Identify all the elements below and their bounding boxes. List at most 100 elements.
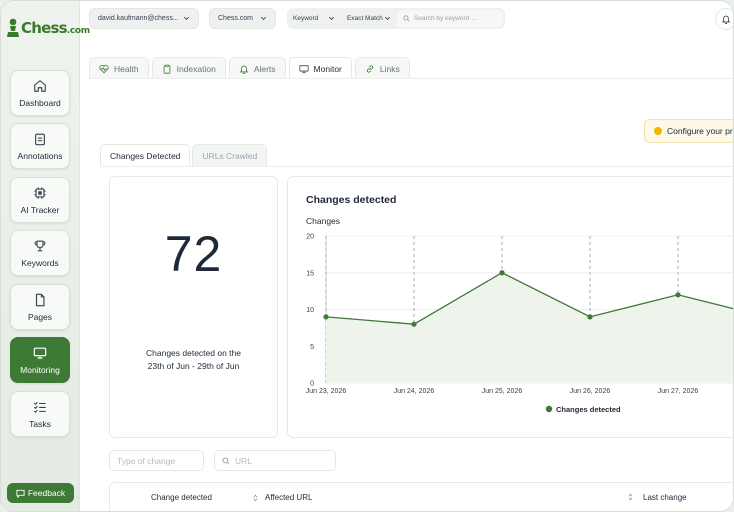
subtabs-divider	[100, 166, 733, 167]
search-placeholder: Search by keyword ...	[414, 15, 477, 22]
kpi-caption-line1: Changes detected on the	[146, 348, 241, 358]
keyword-type-value: Keyword	[293, 15, 319, 22]
changes-table-header: Change detected Affected URL Last change	[109, 482, 733, 511]
link-icon	[366, 64, 374, 73]
bell-icon	[721, 15, 731, 24]
chevron-down-icon	[184, 16, 189, 20]
keyword-type-select[interactable]: Keyword	[287, 8, 341, 29]
tab-label: Links	[379, 63, 400, 74]
match-type-select[interactable]: Exact Match	[341, 8, 397, 29]
series-area	[326, 272, 733, 383]
sub-tabs: Changes Detected URLs Crawled	[100, 144, 268, 167]
tab-indexation[interactable]: Indexation	[151, 57, 226, 79]
column-label: Affected URL	[265, 493, 313, 502]
sidebar-item-keywords[interactable]: Keywords	[10, 230, 70, 276]
type-of-change-select[interactable]: Type of change	[109, 450, 204, 471]
tab-changes-detected[interactable]: Changes Detected	[100, 144, 191, 167]
chevron-down-icon	[329, 16, 334, 20]
sidebar-item-label: Monitoring	[20, 364, 60, 375]
type-placeholder: Type of change	[117, 455, 176, 466]
sidebar-item-label: Annotations	[17, 150, 63, 161]
warning-dot-icon	[654, 127, 662, 135]
column-last-change[interactable]: Last change	[643, 493, 687, 502]
x-tick-label: Jun 27, 2026	[658, 388, 699, 395]
tabs-divider	[89, 78, 733, 79]
kpi-caption: Changes detected on the 23th of Jun - 29…	[110, 347, 277, 373]
tab-label: Indexation	[176, 63, 216, 74]
keyword-search-input[interactable]: Search by keyword ...	[397, 10, 503, 27]
main-tabs: Health Indexation Alerts Monitor Links	[89, 57, 410, 79]
column-label: Change detected	[151, 493, 212, 502]
sidebar-item-pages[interactable]: Pages	[10, 284, 70, 330]
legend-marker	[545, 405, 553, 413]
tab-label: Health	[114, 63, 139, 74]
ai-chip-icon	[34, 186, 46, 199]
clipboard-icon	[163, 64, 170, 74]
chart-card: Changes detected Changes 0 5 10 15 20 Jun 23,…	[287, 176, 733, 438]
sidebar-item-label: AI Tracker	[20, 204, 60, 215]
url-placeholder: URL	[235, 455, 253, 466]
data-point	[411, 321, 417, 327]
chevron-down-icon	[385, 16, 390, 20]
y-tick-label: 0	[310, 381, 314, 388]
page-icon	[35, 293, 45, 306]
subtab-label: URLs Crawled	[202, 151, 258, 161]
column-change-detected[interactable]: Change detected	[151, 493, 258, 502]
chess-logo[interactable]: Chess.com	[6, 17, 90, 39]
search-icon	[403, 15, 410, 22]
account-selector[interactable]: david.kaufmann@chess...	[89, 8, 199, 29]
line-chart: 0 5 10 15 20 Jun 23, 2026 Jun 24, 2026 Jun 25, …	[306, 234, 733, 414]
configure-banner[interactable]: Configure your pr	[644, 119, 733, 143]
tab-label: Alerts	[253, 63, 276, 74]
sidebar-item-monitoring[interactable]: Monitoring	[10, 337, 70, 383]
logo-text: Chess	[21, 19, 68, 37]
y-tick-label: 10	[306, 307, 314, 314]
url-filter-input[interactable]: URL	[214, 450, 336, 471]
data-point	[323, 314, 329, 320]
sidebar-item-dashboard[interactable]: Dashboard	[10, 70, 70, 116]
x-tick-label: Jun 26, 2026	[570, 388, 611, 395]
sidebar-item-tasks[interactable]: Tasks	[10, 391, 70, 437]
sidebar-item-ai-tracker[interactable]: AI Tracker	[10, 177, 70, 223]
configure-text: Configure your pr	[667, 126, 733, 136]
sidebar-item-label: Keywords	[21, 257, 59, 268]
legend-label: Changes detected	[556, 405, 621, 414]
sidebar-item-label: Tasks	[29, 418, 51, 429]
data-point	[587, 314, 593, 320]
x-tick-label: Jun 23, 2026	[306, 388, 347, 395]
sort-icon	[253, 494, 258, 501]
kpi-card: 72 Changes detected on the 23th of Jun -…	[109, 176, 278, 438]
top-bar: david.kaufmann@chess... Chess.com Keywor…	[81, 1, 733, 37]
feedback-button[interactable]: Feedback	[7, 483, 74, 503]
notifications-button[interactable]	[715, 8, 733, 30]
chevron-down-icon	[261, 16, 266, 20]
home-icon	[34, 79, 46, 92]
account-value: david.kaufmann@chess...	[98, 15, 179, 22]
trophy-icon	[34, 240, 46, 251]
search-icon	[222, 456, 230, 465]
tab-health[interactable]: Health	[89, 57, 149, 79]
tab-monitor[interactable]: Monitor	[288, 57, 352, 79]
pawn-icon	[7, 18, 19, 37]
y-tick-label: 5	[310, 344, 314, 351]
match-type-value: Exact Match	[347, 15, 383, 22]
chat-icon	[16, 489, 25, 498]
site-selector[interactable]: Chess.com	[209, 8, 276, 29]
bell-icon	[239, 65, 249, 74]
tasks-icon	[33, 401, 46, 413]
sort-icon[interactable]	[628, 493, 633, 501]
tab-urls-crawled[interactable]: URLs Crawled	[192, 144, 268, 167]
monitor-icon	[298, 64, 309, 73]
tab-alerts[interactable]: Alerts	[228, 57, 286, 79]
x-tick-label: Jun 25, 2026	[482, 388, 523, 395]
y-tick-label: 15	[306, 270, 314, 277]
tab-links[interactable]: Links	[354, 57, 410, 79]
sidebar-item-annotations[interactable]: Annotations	[10, 123, 70, 169]
kpi-caption-line2: 23th of Jun - 29th of Jun	[147, 361, 240, 371]
data-point	[675, 292, 681, 298]
column-affected-url[interactable]: Affected URL	[265, 493, 312, 502]
x-tick-label: Jun 24, 2026	[394, 388, 435, 395]
feedback-label: Feedback	[27, 488, 66, 498]
clipboard-icon	[35, 133, 45, 145]
sidebar: Chess.com Dashboard Annotations AI Track…	[1, 1, 90, 511]
